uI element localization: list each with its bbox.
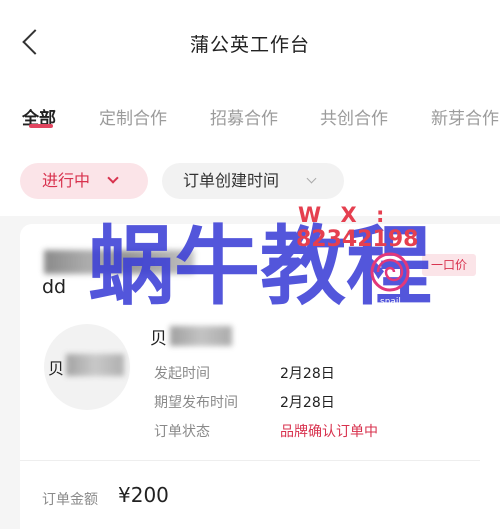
tab-recruit[interactable]: 招募合作: [210, 104, 278, 129]
divider: [20, 460, 480, 461]
top-bar: 蒲公英工作台: [0, 0, 500, 86]
filter-bar: 进行中 订单创建时间: [0, 146, 500, 216]
launch-time-value: 2月28日: [280, 366, 335, 382]
order-name: dd: [42, 276, 67, 298]
active-tab-indicator: [29, 124, 53, 128]
brand-avatar: 贝: [44, 324, 130, 410]
order-status-label: 订单状态: [154, 424, 210, 440]
tab-sprout[interactable]: 新芽合作: [431, 104, 499, 129]
page-title: 蒲公英工作台: [189, 34, 310, 56]
launch-time-label: 发起时间: [154, 366, 210, 382]
status-filter-label: 进行中: [42, 171, 91, 190]
sort-filter-label: 订单创建时间: [183, 171, 280, 190]
amount-label: 订单金额: [42, 492, 98, 508]
redacted-order-title: [44, 250, 194, 274]
chevron-down-icon: [107, 172, 119, 184]
chevron-down-icon: [306, 173, 317, 184]
redacted-avatar-text: [66, 354, 124, 376]
amount-value: ¥200: [118, 483, 169, 507]
status-filter-button[interactable]: 进行中: [20, 163, 148, 199]
order-card[interactable]: dd 一口价 贝 贝 发起时间 2月28日 期望发布时间 2月28日 订单状态 …: [20, 224, 500, 529]
redacted-brand-name: [170, 326, 232, 346]
tab-bar: 全部 定制合作 招募合作 共创合作 新芽合作: [0, 86, 500, 146]
publish-time-label: 期望发布时间: [154, 395, 238, 411]
sort-filter-button[interactable]: 订单创建时间: [162, 163, 344, 199]
tab-cocreate[interactable]: 共创合作: [320, 104, 388, 129]
avatar-initial: 贝: [48, 359, 65, 378]
brand-name: 贝: [150, 329, 167, 349]
tab-custom[interactable]: 定制合作: [99, 104, 167, 129]
publish-time-value: 2月28日: [280, 395, 335, 411]
price-type-badge: 一口价: [422, 254, 476, 276]
order-status-value: 品牌确认订单中: [280, 424, 378, 440]
